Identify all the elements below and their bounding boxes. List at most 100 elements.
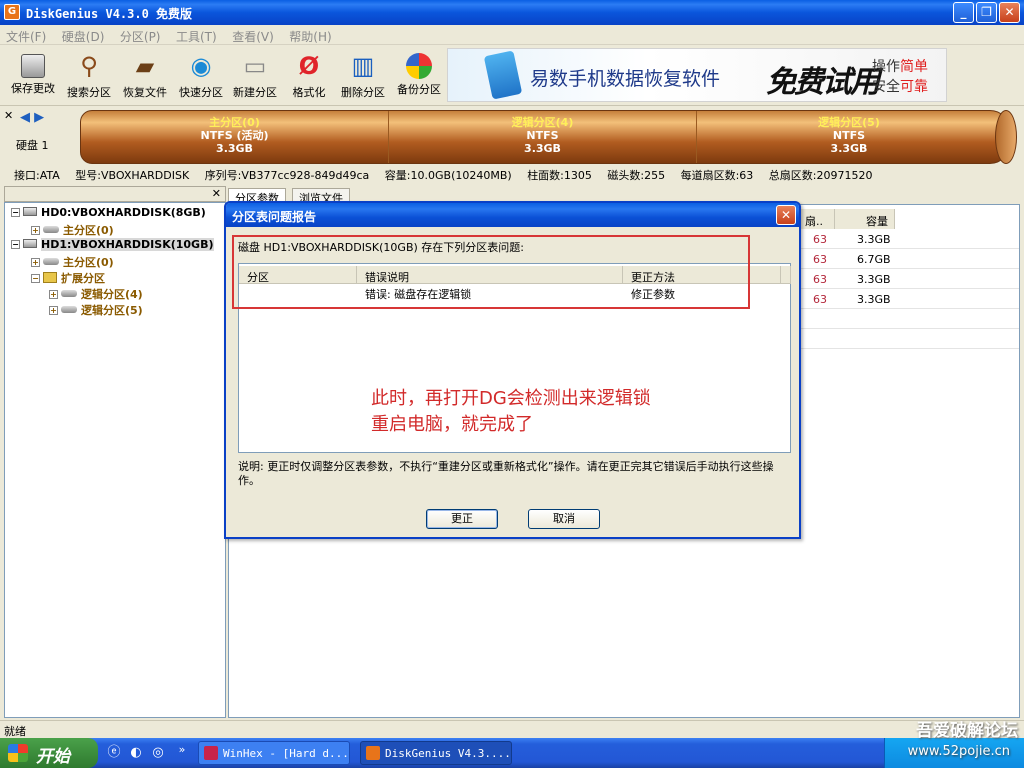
next-disk-icon[interactable]: ▶: [34, 110, 44, 125]
info-model: 型号:VBOXHARDDISK: [75, 169, 190, 182]
task-diskgenius[interactable]: DiskGenius V4.3....: [360, 741, 512, 765]
collapse-icon[interactable]: −: [11, 208, 20, 217]
new-partition-icon: ▭: [243, 52, 267, 80]
prev-disk-icon[interactable]: ◀: [20, 110, 30, 125]
tree-node-hd1[interactable]: − HD1:VBOXHARDDISK(10GB): [11, 238, 214, 251]
cell-capacity: 3.3GB: [857, 293, 891, 306]
info-sectors-per-track: 每道扇区数:63: [680, 169, 754, 182]
menu-view[interactable]: 查看(V): [226, 25, 280, 45]
close-disk-map-icon[interactable]: ✕: [4, 109, 13, 122]
start-button[interactable]: 开始: [0, 738, 98, 768]
diskgenius-app-icon: G: [4, 4, 20, 20]
info-heads: 磁头数:255: [607, 169, 666, 182]
tree-node-logical-4[interactable]: + 逻辑分区(4): [49, 286, 143, 302]
expand-icon[interactable]: +: [49, 290, 58, 299]
tree-panel-header: ✕: [4, 186, 226, 202]
watermark-text: 吾爱破解论坛: [916, 721, 1018, 741]
toolbar: 保存更改 ⚲ 搜索分区 ▰ 恢复文件 ◉ 快速分区 ▭ 新建分区 Ø 格式化 ▥…: [0, 46, 1024, 106]
partition-icon: [61, 306, 77, 313]
media-icon[interactable]: ◐: [128, 745, 144, 761]
tree-node-logical-5[interactable]: + 逻辑分区(5): [49, 302, 143, 318]
backup-partition-button[interactable]: 备份分区: [392, 48, 446, 102]
disk-partition-block[interactable]: 主分区(0) NTFS (活动) 3.3GB: [81, 111, 389, 163]
expand-icon[interactable]: +: [31, 226, 40, 235]
title-bar: G DiskGenius V4.3.0 免费版 _ ❐ ✕: [0, 0, 1024, 25]
cell-sector: 63: [813, 233, 827, 246]
disk-label: 硬盘 1: [16, 139, 49, 152]
backup-partition-icon: [406, 53, 432, 79]
info-cylinders: 柱面数:1305: [527, 169, 592, 182]
disk-navigation: ◀ ▶: [20, 110, 44, 125]
ad-trial-text: 免费试用: [766, 65, 880, 100]
tree-node-hd0[interactable]: − HD0:VBOXHARDDISK(8GB): [11, 206, 206, 219]
menu-bar: 文件(F) 硬盘(D) 分区(P) 工具(T) 查看(V) 帮助(H): [0, 25, 1024, 45]
expand-icon[interactable]: +: [49, 306, 58, 315]
cell-capacity: 3.3GB: [857, 233, 891, 246]
disk-partition-block[interactable]: 逻辑分区(4) NTFS 3.3GB: [389, 111, 697, 163]
minimize-button[interactable]: _: [953, 2, 974, 23]
partition-icon: [43, 258, 59, 265]
info-capacity: 容量:10.0GB(10240MB): [384, 169, 512, 182]
tree-node-extended[interactable]: − 扩展分区: [31, 270, 105, 286]
watermark-url: www.52pojie.cn: [907, 744, 1010, 759]
partition-icon: [61, 290, 77, 297]
quick-partition-button[interactable]: ◉ 快速分区: [174, 48, 228, 102]
disk-partition-block[interactable]: 逻辑分区(5) NTFS 3.3GB: [697, 111, 1001, 163]
correct-button[interactable]: 更正: [426, 509, 498, 529]
collapse-icon[interactable]: −: [31, 274, 40, 283]
hard-disk-icon: [23, 207, 37, 216]
delete-partition-button[interactable]: ▥ 删除分区: [336, 48, 390, 102]
ad-side-text: 操作简单 安全可靠: [872, 59, 928, 95]
partition-report-dialog: 分区表问题报告 ✕ 磁盘 HD1:VBOXHARDDISK(10GB) 存在下列…: [224, 201, 801, 539]
ie-icon[interactable]: ⓔ: [106, 745, 122, 761]
winhex-icon: [204, 746, 218, 760]
cell-sector: 63: [813, 253, 827, 266]
browser-icon[interactable]: ◎: [150, 745, 166, 761]
advertisement-banner[interactable]: 易数手机数据恢复软件 免费试用 操作简单 安全可靠: [447, 48, 947, 102]
hard-disk-icon: [23, 239, 37, 248]
delete-partition-icon: ▥: [351, 52, 375, 80]
tree-node-hd0-primary[interactable]: + 主分区(0): [31, 222, 114, 238]
menu-tools[interactable]: 工具(T): [170, 25, 223, 45]
taskbar: 开始 ⓔ ◐ ◎ » WinHex - [Hard d... DiskGeniu…: [0, 721, 1024, 768]
menu-help[interactable]: 帮助(H): [283, 25, 337, 45]
diskgenius-icon: [366, 746, 380, 760]
dialog-close-button[interactable]: ✕: [776, 205, 796, 225]
partition-icon: [43, 226, 59, 233]
recover-files-icon: ▰: [135, 52, 155, 80]
new-partition-button[interactable]: ▭ 新建分区: [228, 48, 282, 102]
list-header-filler: [781, 266, 791, 284]
column-header-sector[interactable]: 扇..: [799, 209, 835, 229]
menu-partition[interactable]: 分区(P): [114, 25, 167, 45]
cancel-button[interactable]: 取消: [528, 509, 600, 529]
info-interface: 接口:ATA: [14, 169, 60, 182]
cell-capacity: 3.3GB: [857, 273, 891, 286]
status-bar: 就绪: [0, 720, 1024, 738]
search-partition-button[interactable]: ⚲ 搜索分区: [62, 48, 116, 102]
phone-icon: [483, 50, 523, 100]
overflow-chevron-icon[interactable]: »: [174, 742, 190, 758]
collapse-icon[interactable]: −: [11, 240, 20, 249]
tree-node-hd1-primary[interactable]: + 主分区(0): [31, 254, 114, 270]
cylinder-cap: [995, 110, 1017, 164]
close-button[interactable]: ✕: [999, 2, 1020, 23]
task-winhex[interactable]: WinHex - [Hard d...: [198, 741, 350, 765]
cell-sector: 63: [813, 273, 827, 286]
disk-map: ✕ ◀ ▶ 硬盘 1 主分区(0) NTFS (活动) 3.3GB 逻辑分区(4…: [0, 106, 1024, 166]
disk-cylinder: 主分区(0) NTFS (活动) 3.3GB 逻辑分区(4) NTFS 3.3G…: [80, 110, 1017, 164]
menu-disk[interactable]: 硬盘(D): [56, 25, 111, 45]
cell-sector: 63: [813, 293, 827, 306]
system-tray: 吾爱破解论坛 www.52pojie.cn: [884, 721, 1024, 768]
cell-capacity: 6.7GB: [857, 253, 891, 266]
close-tree-icon[interactable]: ✕: [212, 187, 221, 200]
expand-icon[interactable]: +: [31, 258, 40, 267]
quick-partition-icon: ◉: [190, 52, 212, 80]
info-serial: 序列号:VB377cc928-849d49ca: [204, 169, 370, 182]
restore-button[interactable]: ❐: [976, 2, 997, 23]
ad-text: 易数手机数据恢复软件: [530, 68, 721, 90]
save-changes-button[interactable]: 保存更改: [6, 48, 60, 102]
column-header-capacity[interactable]: 容量: [835, 209, 895, 229]
menu-file[interactable]: 文件(F): [0, 25, 52, 45]
recover-files-button[interactable]: ▰ 恢复文件: [118, 48, 172, 102]
format-button[interactable]: Ø 格式化: [282, 48, 336, 102]
